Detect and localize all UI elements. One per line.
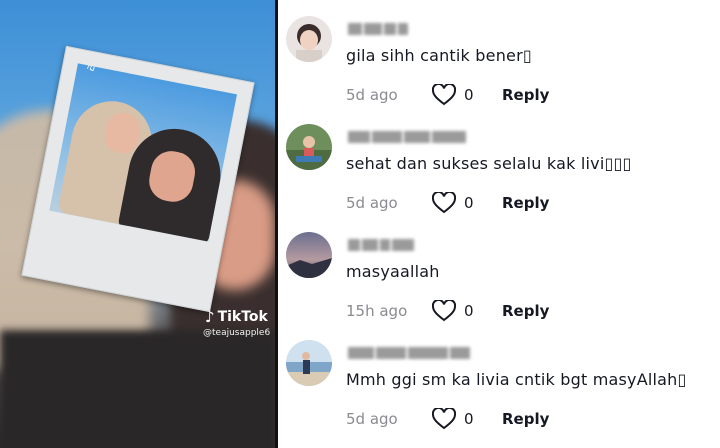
comment-time: 5d ago [346, 410, 398, 428]
avatar[interactable] [286, 340, 332, 386]
comment-meta: 5d ago 0 Reply [346, 192, 549, 214]
comment-time: 5d ago [346, 86, 398, 104]
comment-list[interactable]: gila sihh cantik bener▯ 5d ago 0 Reply s… [278, 0, 720, 448]
polaroid-caption: 리 나 [83, 63, 106, 74]
like-count: 0 [464, 302, 474, 320]
comment-text: masyaallah [346, 262, 440, 281]
heart-icon[interactable] [432, 408, 456, 430]
username-blurred[interactable] [348, 20, 410, 35]
tiktok-watermark: ♪ TikTok [205, 308, 268, 326]
username-blurred[interactable] [348, 236, 416, 251]
comment-time: 5d ago [346, 194, 398, 212]
comment-item: sehat dan sukses selalu kak livi▯▯▯ 5d a… [278, 108, 720, 216]
comment-item: masyaallah 15h ago 0 Reply [278, 216, 720, 324]
reply-button[interactable]: Reply [502, 302, 549, 320]
comment-text: sehat dan sukses selalu kak livi▯▯▯ [346, 154, 632, 173]
heart-icon[interactable] [432, 300, 456, 322]
comment-meta: 15h ago 0 Reply [346, 300, 549, 322]
creator-handle: @teajusapple6 [203, 328, 271, 338]
avatar[interactable] [286, 124, 332, 170]
avatar[interactable] [286, 232, 332, 278]
reply-button[interactable]: Reply [502, 194, 549, 212]
comment-item: gila sihh cantik bener▯ 5d ago 0 Reply [278, 0, 720, 108]
video-preview[interactable]: 리 나 ♪ TikTok @teajusapple6 [0, 0, 275, 448]
blurred-background [0, 330, 275, 448]
tiktok-brand: TikTok [217, 309, 268, 325]
comment-item: Mmh ggi sm ka livia cntik bgt masyAllah▯… [278, 324, 720, 432]
username-blurred[interactable] [348, 128, 468, 143]
like-count: 0 [464, 86, 474, 104]
comment-meta: 5d ago 0 Reply [346, 84, 549, 106]
polaroid-photo: 리 나 [49, 63, 237, 242]
comment-text: Mmh ggi sm ka livia cntik bgt masyAllah▯ [346, 370, 687, 389]
avatar[interactable] [286, 16, 332, 62]
tiktok-logo-icon: ♪ [205, 308, 215, 326]
reply-button[interactable]: Reply [502, 410, 549, 428]
comment-time: 15h ago [346, 302, 408, 320]
reply-button[interactable]: Reply [502, 86, 549, 104]
like-count: 0 [464, 410, 474, 428]
username-blurred[interactable] [348, 344, 472, 359]
like-count: 0 [464, 194, 474, 212]
comment-meta: 5d ago 0 Reply [346, 408, 549, 430]
heart-icon[interactable] [432, 84, 456, 106]
heart-icon[interactable] [432, 192, 456, 214]
comment-text: gila sihh cantik bener▯ [346, 46, 532, 65]
